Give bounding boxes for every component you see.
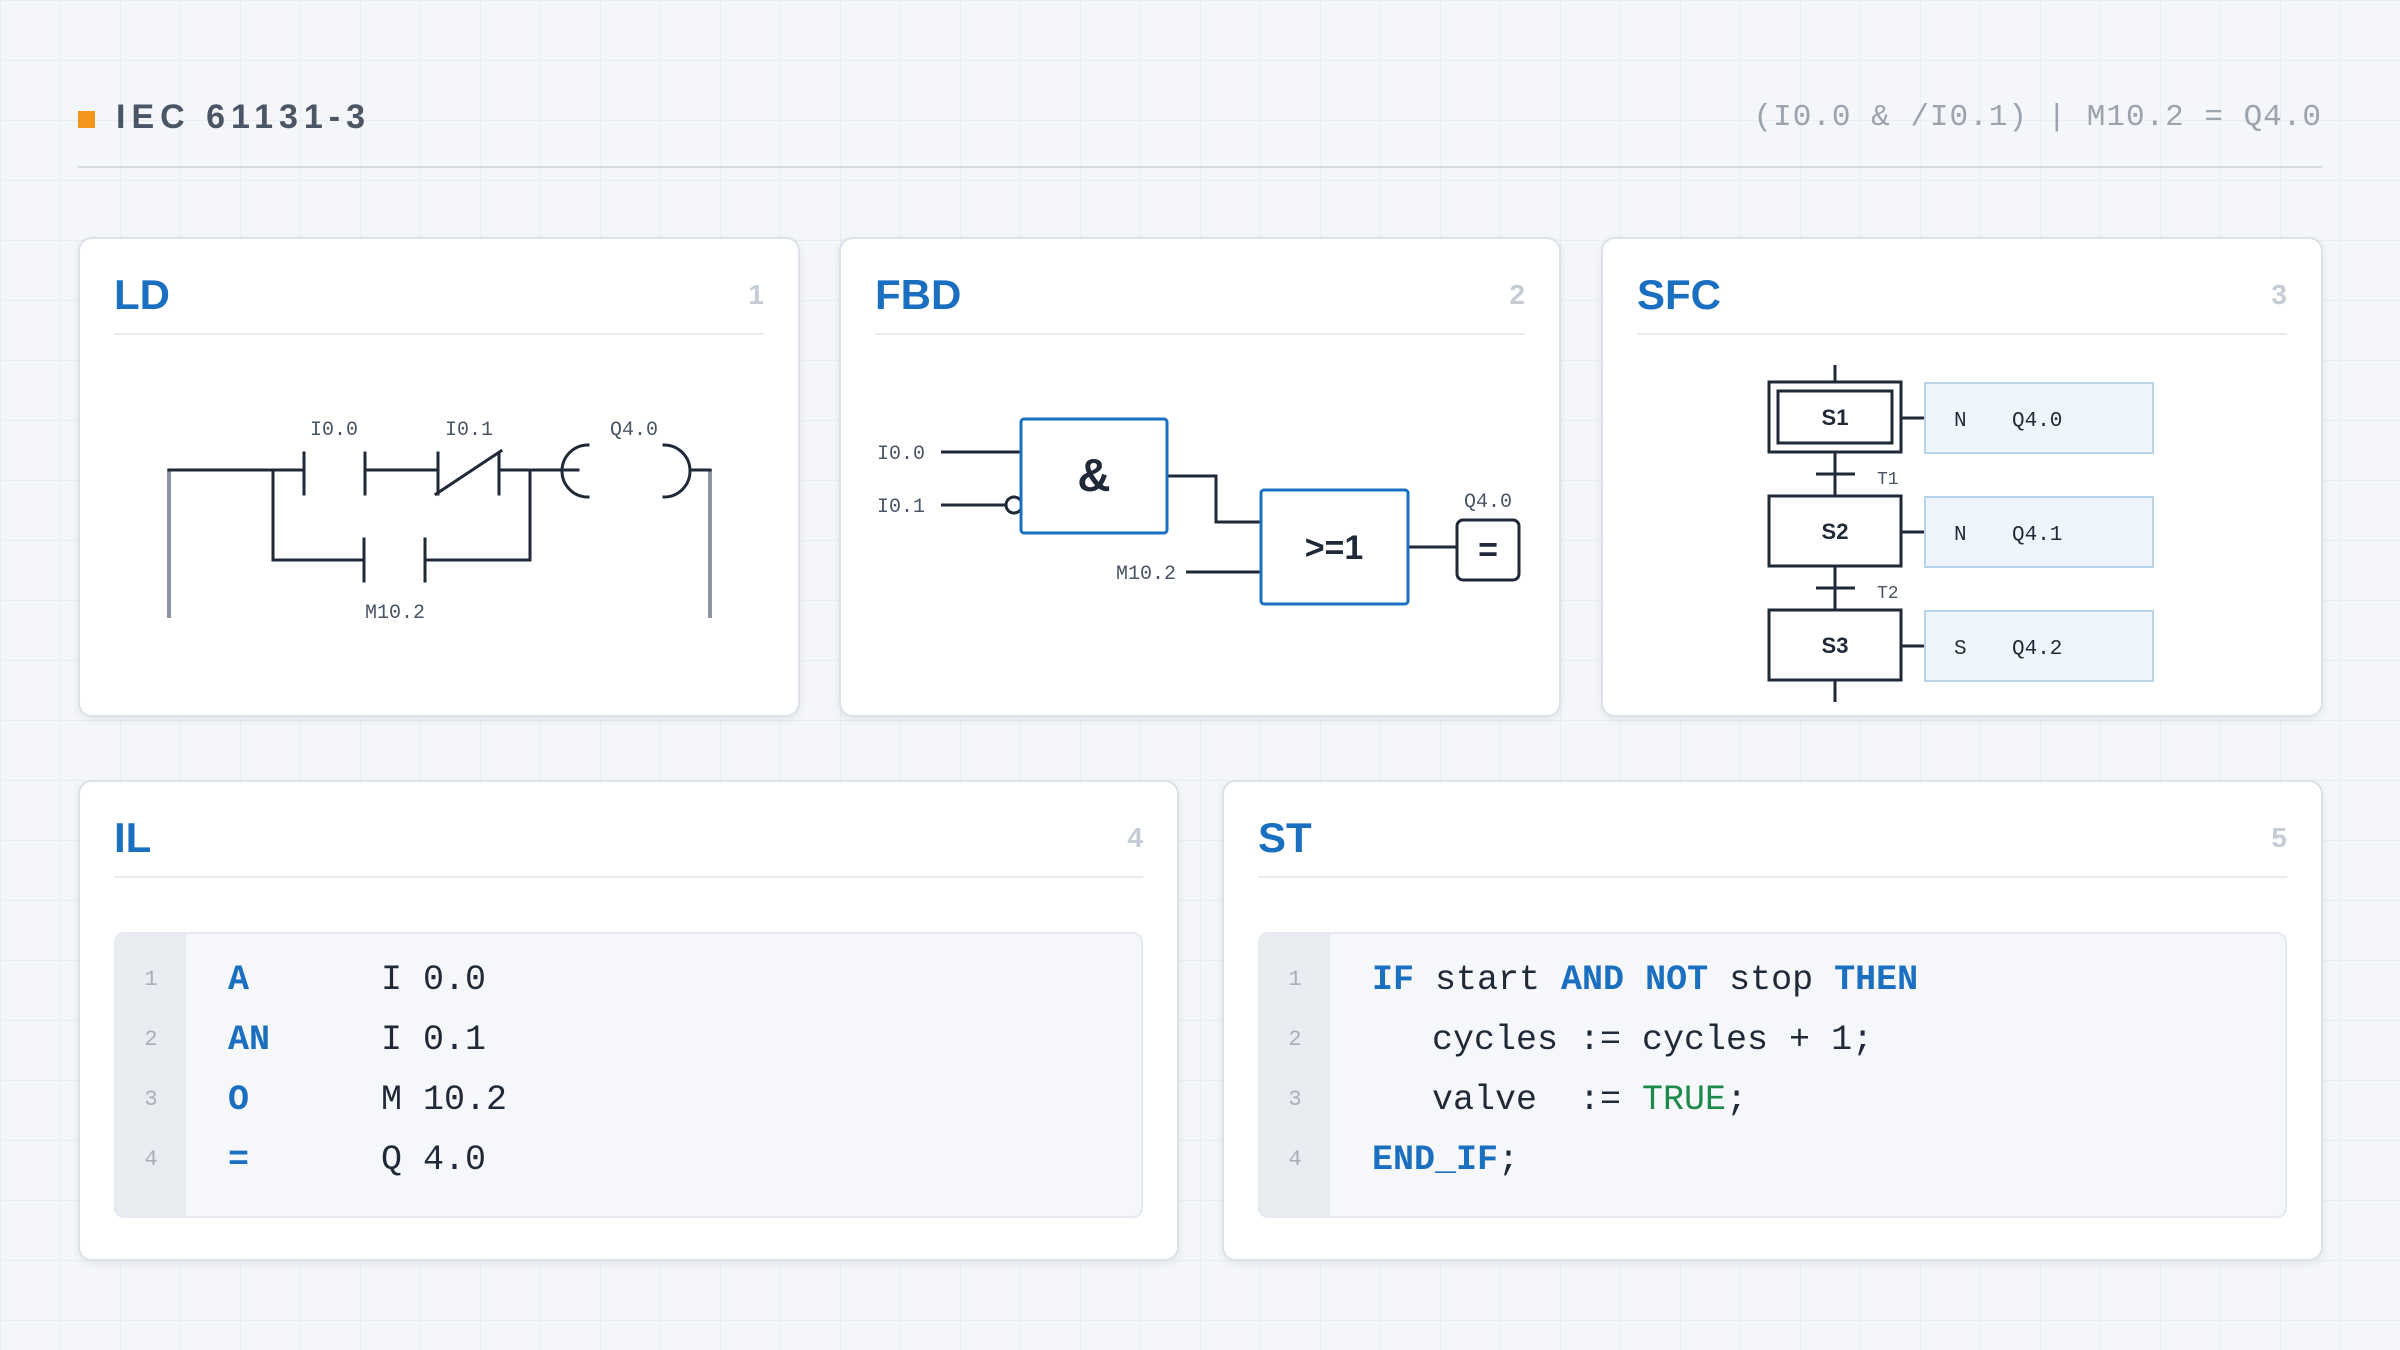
st-identifier: valve := <box>1432 1080 1643 1120</box>
coil-label: Q4.0 <box>610 419 658 442</box>
page-title: IEC 61131-3 <box>116 98 372 136</box>
input-label-i00: I0.0 <box>877 443 925 466</box>
card-fbd: FBD 2 & >=1 = I0.0 I0.1 M10.2 Q4.0 <box>839 237 1561 717</box>
il-operator: = <box>228 1140 250 1180</box>
st-punctuation: ; <box>1498 1140 1520 1180</box>
step-label-s1: S1 <box>1822 405 1849 430</box>
st-line-1: IF start AND NOT stop THEN <box>1372 960 1918 1000</box>
st-literal: TRUE <box>1642 1080 1727 1120</box>
action-variable: Q4.1 <box>2012 524 2062 547</box>
st-keyword: NOT <box>1645 960 1709 1000</box>
ladder-diagram: I0.0 I0.1 Q4.0 M10.2 <box>167 419 712 625</box>
sequential-function-chart: S1 S2 S3 T1 T2 N Q4.0 N Q4.1 S Q4.2 <box>1767 365 2154 702</box>
st-identifier: stop <box>1708 960 1835 1000</box>
il-operator: O <box>228 1080 250 1120</box>
line-number: 1 <box>1288 967 1302 992</box>
st-keyword: IF <box>1372 960 1415 1000</box>
card-ld: LD 1 I0.0 I0.1 Q4.0 M10.2 <box>78 237 800 717</box>
or-block-label: >=1 <box>1305 529 1364 567</box>
st-identifier: start <box>1414 960 1562 1000</box>
card-title: IL <box>114 814 152 861</box>
il-operand: I 0.0 <box>381 960 487 1000</box>
st-line-3: valve := TRUE; <box>1432 1080 1747 1120</box>
and-block-label: & <box>1077 449 1110 501</box>
st-code-block: 1 2 3 4 IF start AND NOT stop THEN cycle… <box>1258 932 2287 1218</box>
contact-label-m102: M10.2 <box>365 602 425 625</box>
st-keyword: THEN <box>1834 960 1919 1000</box>
line-number: 4 <box>1288 1147 1302 1172</box>
action-qualifier: N <box>1954 524 1967 547</box>
st-keyword: END_IF <box>1372 1140 1499 1180</box>
line-number: 1 <box>144 967 158 992</box>
card-sfc: SFC 3 S1 S2 S3 T1 T2 N Q4.0 N Q4.1 S Q4.… <box>1601 237 2323 717</box>
card-il: IL 4 1 2 3 4 A I 0.0 AN I 0.1 O M 10.2 =… <box>78 780 1179 1261</box>
transition-label-t1: T1 <box>1877 470 1899 490</box>
branch-wire <box>423 468 532 562</box>
action-qualifier: S <box>1954 638 1967 661</box>
st-keyword: AND <box>1561 960 1625 1000</box>
il-code-block: 1 2 3 4 A I 0.0 AN I 0.1 O M 10.2 = Q 4.… <box>114 932 1143 1218</box>
and-output-wire <box>1167 474 1261 524</box>
il-operator: AN <box>228 1020 271 1060</box>
action-variable: Q4.2 <box>2012 638 2062 661</box>
contact-i01-slash <box>433 448 504 497</box>
st-punctuation: ; <box>1726 1080 1748 1120</box>
page-header: IEC 61131-3 (I0.0 & /I0.1) | M10.2 = Q4.… <box>78 92 2322 168</box>
il-operand: I 0.1 <box>381 1020 487 1060</box>
line-number: 3 <box>1288 1087 1302 1112</box>
line-number: 2 <box>144 1027 158 1052</box>
st-line-2: cycles := cycles + 1; <box>1432 1020 1874 1060</box>
st-space <box>1624 960 1645 1000</box>
card-number: 5 <box>2271 822 2287 853</box>
function-block-diagram: & >=1 = I0.0 I0.1 M10.2 Q4.0 <box>877 417 1521 606</box>
action-variable: Q4.0 <box>2012 410 2062 433</box>
il-operator: A <box>228 960 250 1000</box>
output-label-q40: Q4.0 <box>1464 491 1512 514</box>
assign-block-label: = <box>1478 531 1498 569</box>
step-label-s2: S2 <box>1822 519 1849 544</box>
coil-right <box>662 443 692 499</box>
line-number: 4 <box>144 1147 158 1172</box>
logic-formula: (I0.0 & /I0.1) | M10.2 = Q4.0 <box>1753 100 2322 135</box>
line-number: 2 <box>1288 1027 1302 1052</box>
card-st: ST 5 1 2 3 4 IF start AND NOT stop THEN … <box>1222 780 2323 1261</box>
card-divider <box>114 876 1143 878</box>
step-label-s3: S3 <box>1822 633 1849 658</box>
line-number: 3 <box>144 1087 158 1112</box>
contact-label-i00: I0.0 <box>310 419 358 442</box>
transition-label-t2: T2 <box>1877 584 1899 604</box>
il-operand: M 10.2 <box>381 1080 508 1120</box>
input-label-i01: I0.1 <box>877 496 925 519</box>
action-qualifier: N <box>1954 410 1967 433</box>
st-line-4: END_IF; <box>1372 1140 1519 1180</box>
card-number: 4 <box>1127 822 1143 853</box>
branch-wire <box>271 468 366 562</box>
card-title: ST <box>1258 814 1312 861</box>
contact-label-i01: I0.1 <box>445 419 493 442</box>
il-operand: Q 4.0 <box>381 1140 487 1180</box>
card-divider <box>1258 876 2287 878</box>
input-label-m102: M10.2 <box>1116 563 1176 586</box>
brand-square-icon <box>78 111 95 128</box>
